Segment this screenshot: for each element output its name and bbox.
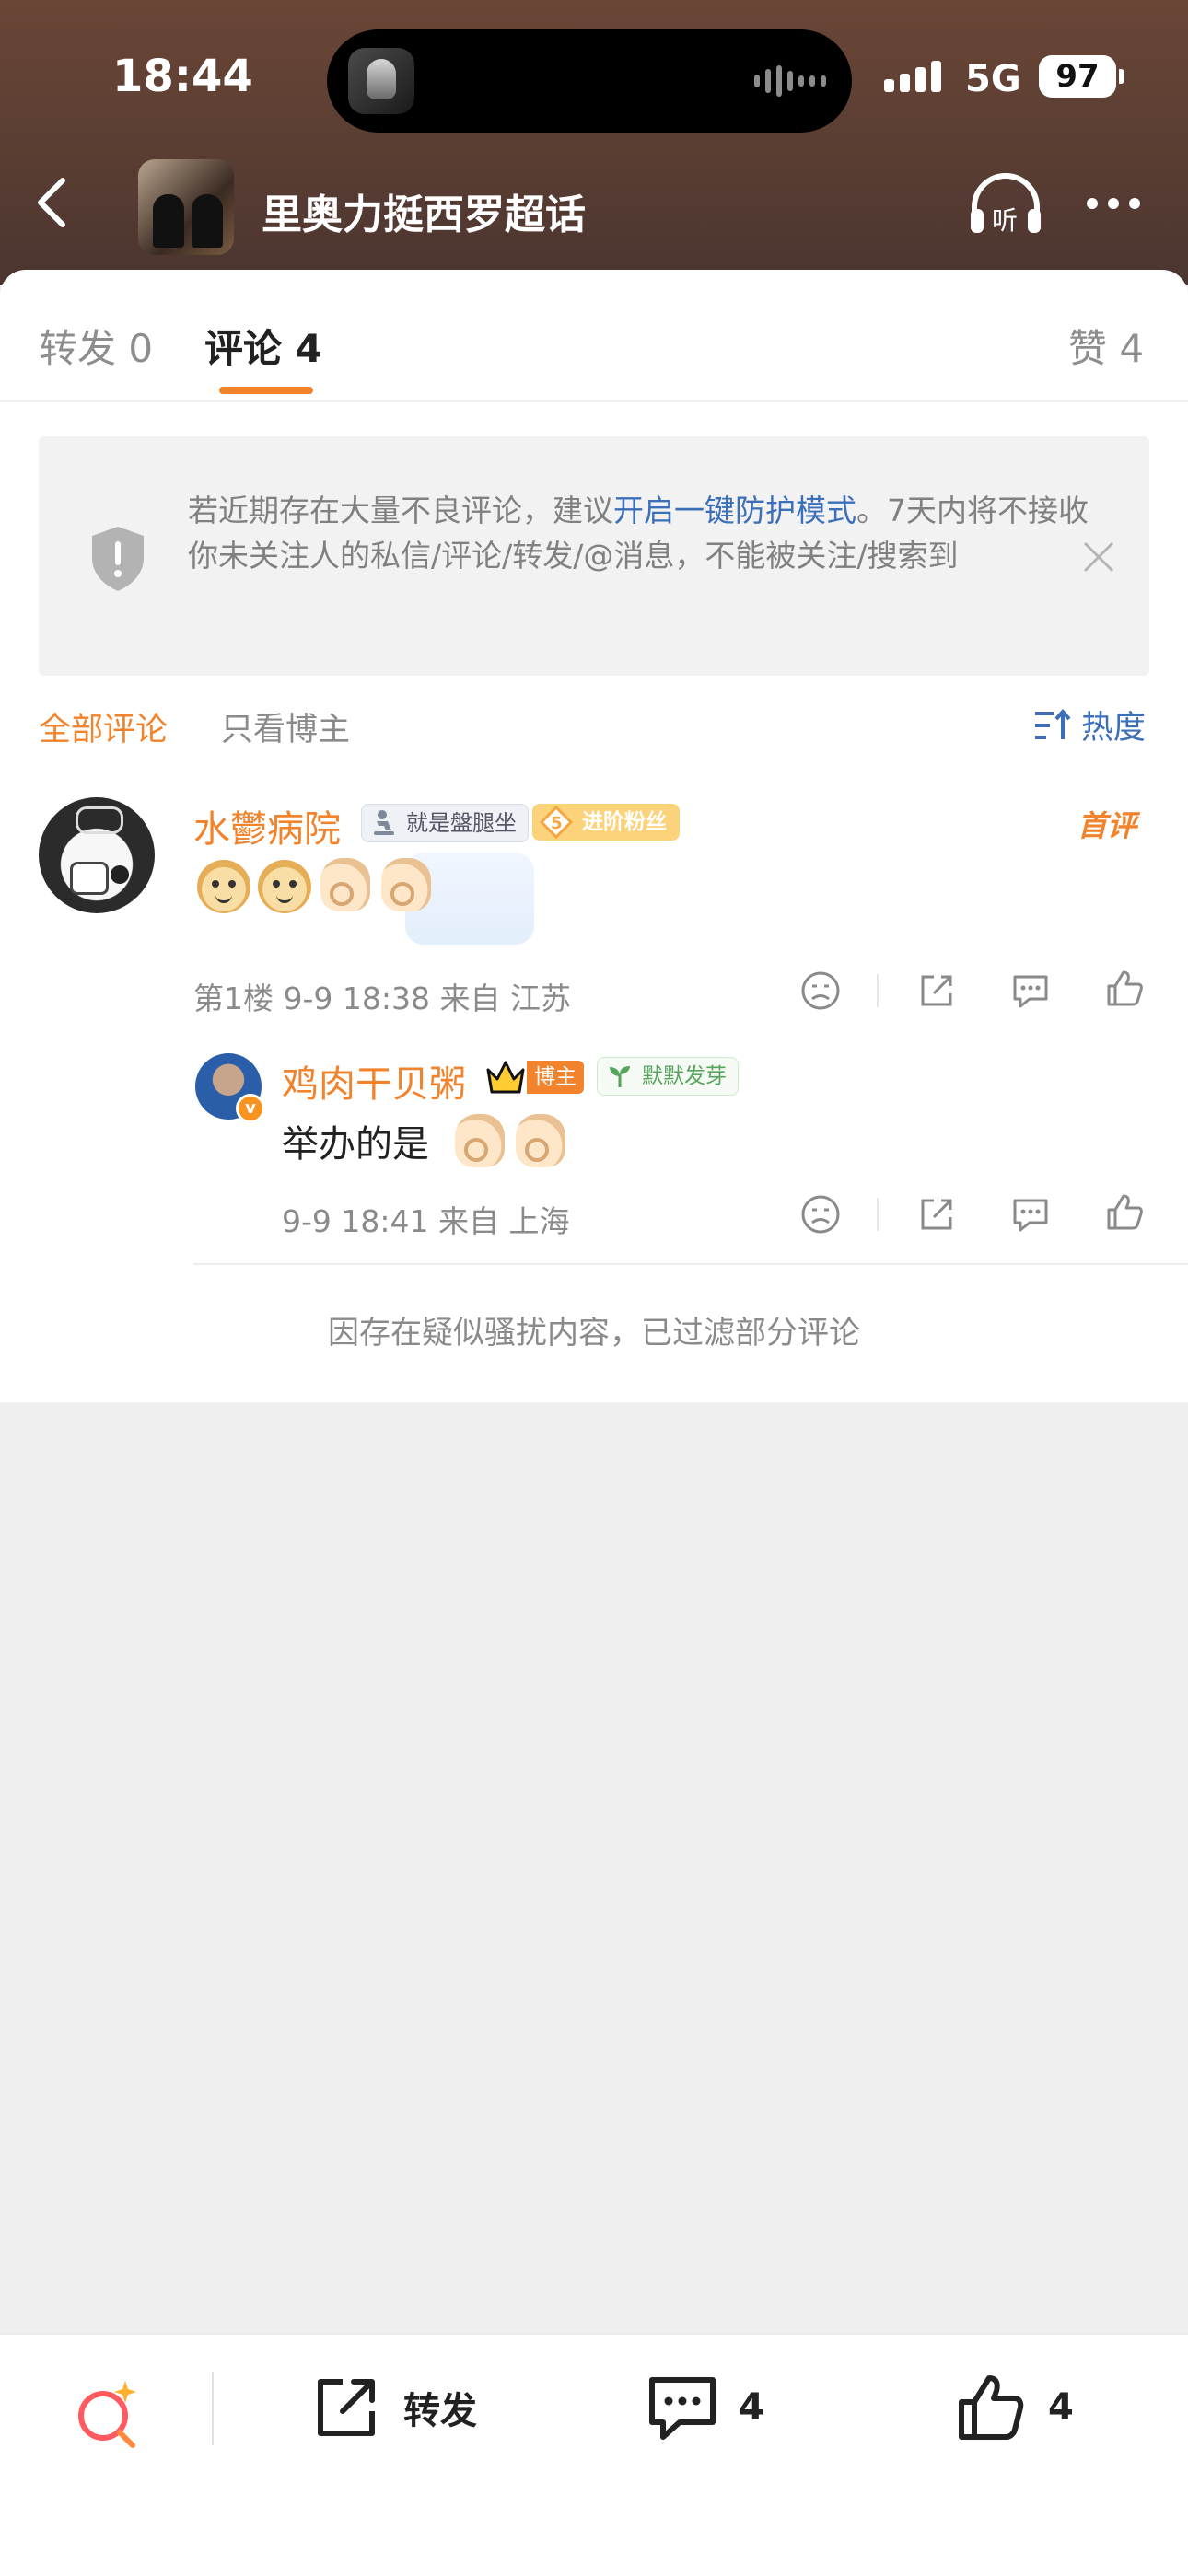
sort-icon [1035,708,1071,739]
badge-fan-level[interactable]: 5 进阶粉丝 [532,804,680,841]
comment-meta: 第1楼 9-9 18:38 来自 江苏 [193,981,571,1016]
tab-repost[interactable]: 转发 0 [39,318,153,374]
sitting-figure-icon [374,810,394,835]
tab-divider [0,400,1188,402]
like-icon[interactable] [1103,1191,1146,1234]
now-playing-thumbnail [348,48,414,114]
bottom-separator [212,2372,214,2445]
replier-avatar[interactable]: v [195,1053,265,1123]
ok-hand-emoji [455,1114,505,1167]
tab-likes-label: 赞 [1068,326,1108,371]
doge-emoji [258,860,311,913]
host-badge: 博主 [527,1061,584,1094]
dynamic-island [327,29,852,133]
comments-count: 4 [739,2386,764,2429]
protection-notice: 若近期存在大量不良评论，建议开启一键防护模式。7天内将不接收你未关注人的私信/评… [39,436,1149,676]
reply-divider [193,1263,1188,1265]
tab-comments[interactable]: 评论 4 [204,318,322,374]
share-icon[interactable] [915,1193,958,1236]
action-separator [877,974,879,1007]
like-button[interactable]: 4 [956,2373,1074,2443]
comment-icon [649,2377,716,2440]
listen-headphones-icon[interactable]: 听 [967,172,1044,237]
likes-count: 4 [1048,2386,1074,2429]
verified-icon: v [236,1094,265,1123]
repost-button[interactable]: 转发 [311,2373,477,2443]
cellular-signal-icon [884,57,941,92]
reply-emoji-content [451,1112,580,1167]
ok-hand-emoji [516,1114,565,1167]
notice-text: 若近期存在大量不良评论，建议开启一键防护模式。7天内将不接收你未关注人的私信/评… [188,493,1089,574]
page-title[interactable]: 里奥力挺西罗超话 [262,181,586,240]
active-tab-indicator [219,387,313,394]
tab-comments-count: 4 [295,326,322,371]
replier-name[interactable]: 鸡肉干贝粥 [282,1054,466,1108]
filtered-comments-notice: 因存在疑似骚扰内容，已过滤部分评论 [328,1315,860,1352]
svg-text:5: 5 [551,814,563,833]
ok-hand-emoji [320,858,370,911]
more-options-icon[interactable] [1087,198,1140,209]
filter-all-comments[interactable]: 全部评论 [39,703,168,750]
ai-search-icon[interactable] [72,2377,146,2451]
status-time: 18:44 [112,51,253,102]
dislike-icon[interactable] [799,1193,842,1236]
close-icon[interactable] [1079,538,1118,576]
sprout-icon [610,1066,630,1087]
audio-wave-icon [754,64,826,98]
topic-avatar[interactable] [138,159,234,255]
like-icon[interactable] [1103,968,1146,1010]
back-icon[interactable] [31,175,77,230]
bottom-action-bar [0,2333,1188,2576]
comments-button[interactable]: 4 [646,2373,764,2443]
ok-hand-emoji [381,858,431,911]
repost-icon [318,2379,375,2436]
sort-label: 热度 [1081,710,1147,747]
shield-icon [92,527,144,591]
tab-likes[interactable]: 赞 4 [1068,318,1144,374]
dislike-icon[interactable] [799,969,842,1012]
badge-sitting[interactable]: 就是盤腿坐 [361,804,529,842]
tab-likes-count: 4 [1119,326,1145,371]
tab-repost-count: 0 [128,326,154,371]
reply-text: 举办的是 [282,1123,429,1166]
enable-protection-link[interactable]: 开启一键防护模式 [613,493,856,528]
svg-text:听: 听 [992,205,1018,236]
crown-icon [486,1061,525,1094]
doge-emoji [197,860,250,913]
repost-label: 转发 [403,2390,477,2432]
first-comment-tag: 首评 [1077,808,1137,843]
reply-comment-icon[interactable] [1009,969,1052,1012]
thumbs-up-icon [959,2375,1024,2440]
tab-comments-label: 评论 [204,326,283,371]
filter-host-only[interactable]: 只看博主 [221,703,350,750]
commenter-name[interactable]: 水鬱病院 [193,799,341,853]
network-type: 5G [965,58,1021,100]
fan-level-diamond-icon: 5 [540,806,573,839]
reply-meta: 9-9 18:41 来自 上海 [282,1203,570,1239]
comment-emoji-content [193,853,534,945]
action-separator [877,1198,879,1231]
commenter-avatar[interactable] [39,797,155,913]
battery-indicator: 97 [1039,55,1124,98]
reply-comment-icon[interactable] [1009,1193,1052,1236]
tab-repost-label: 转发 [39,326,117,371]
badge-sprout[interactable]: 默默发芽 [597,1057,739,1096]
share-icon[interactable] [915,969,958,1012]
sort-button[interactable]: 热度 [1033,702,1146,748]
